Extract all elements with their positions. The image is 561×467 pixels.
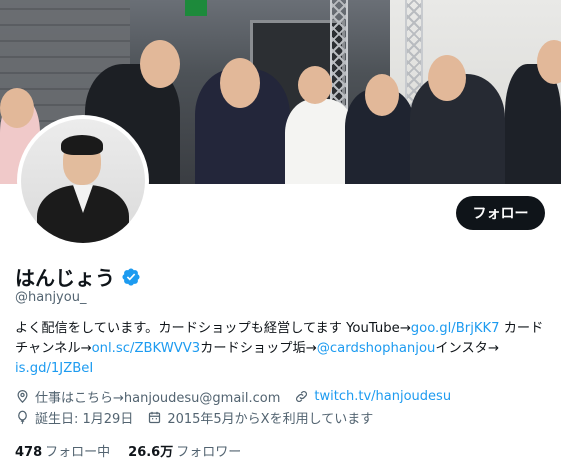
following-count: 478 [15, 445, 43, 460]
bio-link-instagram[interactable]: is.gd/1JZBeI [15, 361, 93, 376]
banner-head [428, 55, 466, 101]
following-link[interactable]: 478 フォロー中 [15, 441, 110, 460]
link-icon [296, 391, 308, 402]
location-pin-icon [17, 389, 28, 403]
bio: よく配信をしています。カードショップも経営してます YouTube→goo.gl… [15, 319, 550, 379]
bio-text: よく配信をしています。カードショップも経営してます YouTube→ [15, 321, 411, 336]
name-row: はんじょう [15, 262, 141, 291]
banner-head [0, 88, 34, 128]
following-label: フォロー中 [45, 445, 111, 460]
website-link[interactable]: twitch.tv/hanjoudesu [314, 389, 451, 404]
bio-link-card-channel[interactable]: onl.sc/ZBKWVV3 [92, 341, 201, 356]
meta-row: 誕生日: 1月29日 2015年5月からXを利用しています [15, 408, 387, 427]
profile-joined: 2015年5月からXを利用しています [147, 408, 373, 427]
banner-head [365, 74, 399, 116]
calendar-icon [149, 411, 161, 424]
location-text: 仕事はこちら→hanjoudesu@gmail.com [35, 391, 281, 406]
banner-head [298, 66, 332, 104]
bio-link-youtube[interactable]: goo.gl/BrjKK7 [411, 321, 500, 336]
followers-link[interactable]: 26.6万 フォロワー [128, 441, 241, 460]
user-handle: @hanjyou_ [15, 290, 87, 305]
avatar-hair [61, 135, 103, 155]
avatar-image [21, 119, 145, 243]
verified-badge-icon[interactable] [121, 267, 141, 287]
followers-label: フォロワー [176, 445, 242, 460]
banner-head [140, 40, 180, 88]
banner-head [220, 58, 260, 108]
meta-row: 仕事はこちら→hanjoudesu@gmail.com twitch.tv/ha… [15, 387, 465, 406]
balloon-icon [18, 410, 27, 425]
bio-text: カードショップ垢→ [200, 341, 317, 356]
profile-stats: 478 フォロー中 26.6万 フォロワー [15, 441, 241, 460]
profile-location: 仕事はこちら→hanjoudesu@gmail.com [15, 387, 280, 406]
bio-link-cardshop-account[interactable]: @cardshophanjou [317, 341, 436, 356]
birthday-text: 誕生日: 1月29日 [35, 412, 134, 427]
bio-text: インスタ→ [435, 341, 499, 356]
banner-exit-sign [185, 0, 207, 16]
joined-text: 2015年5月からXを利用しています [167, 412, 374, 427]
follow-button[interactable]: フォロー [456, 196, 545, 230]
display-name: はんじょう [15, 266, 115, 290]
avatar[interactable] [17, 115, 149, 247]
profile-birthday: 誕生日: 1月29日 [15, 408, 133, 427]
followers-count: 26.6万 [128, 445, 174, 460]
profile-website[interactable]: twitch.tv/hanjoudesu [294, 389, 451, 404]
